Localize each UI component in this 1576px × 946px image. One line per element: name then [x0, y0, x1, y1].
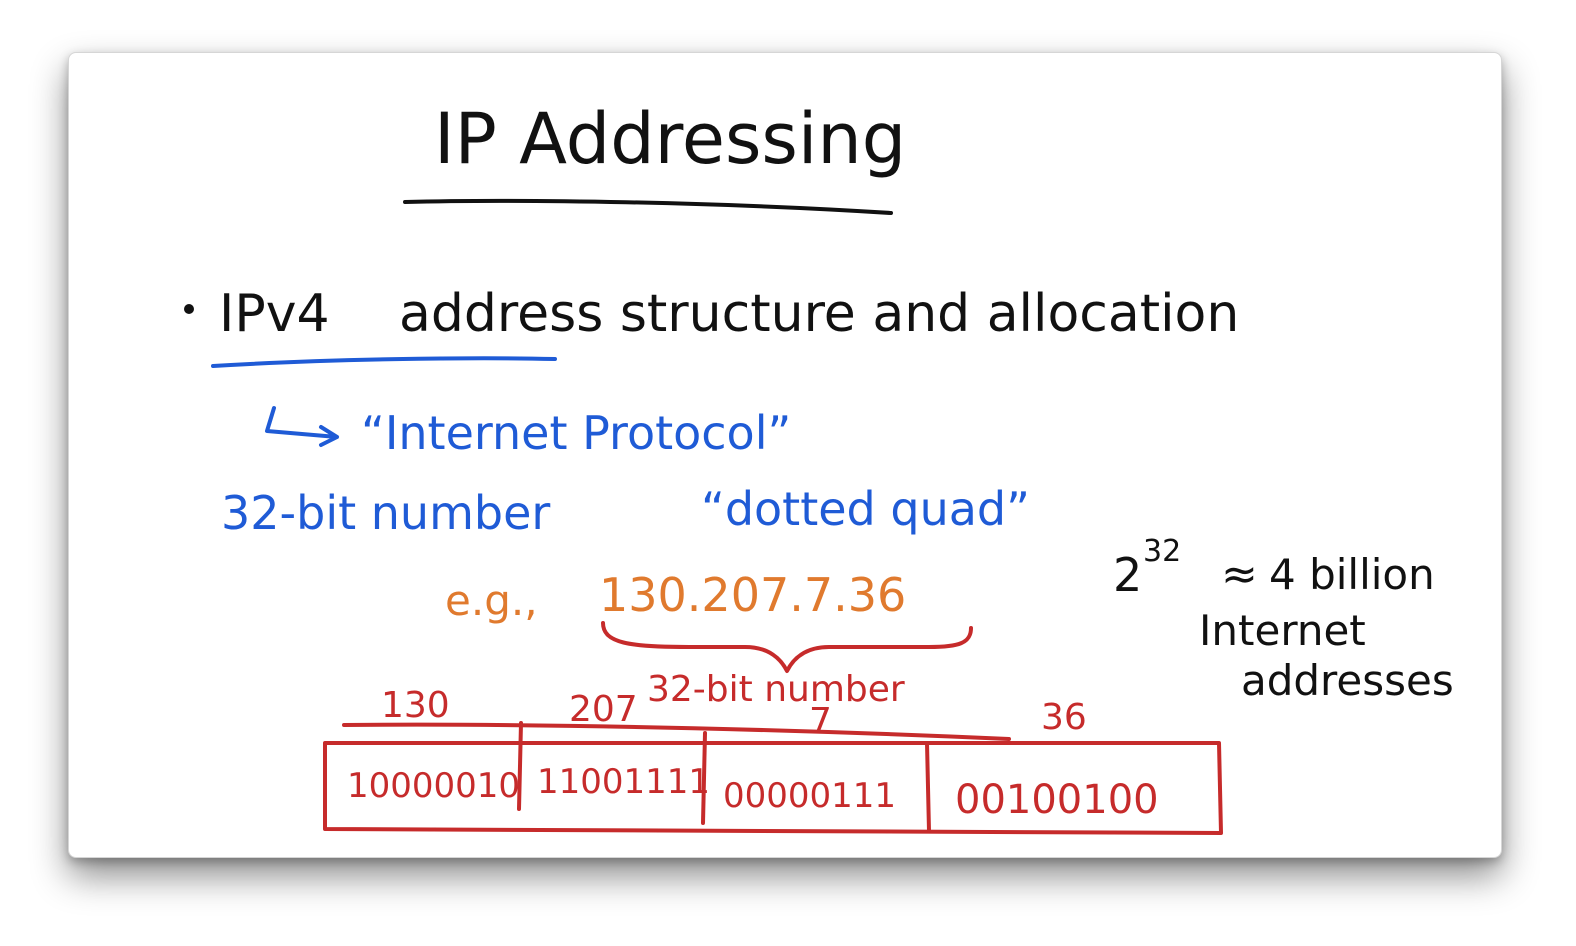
capacity-line-1: Internet [1199, 606, 1366, 655]
octet-4-binary: 00100100 [955, 777, 1159, 823]
brace-label: 32-bit number [647, 669, 905, 710]
power-exponent: 32 [1143, 534, 1181, 569]
topic-underline [211, 356, 557, 368]
whiteboard: IP Addressing IPv4 address structure and… [184, 98, 1454, 835]
bullet-topic-rest: address structure and allocation [399, 284, 1239, 344]
whiteboard-window: IP Addressing IPv4 address structure and… [68, 52, 1502, 858]
octet-1-decimal: 130 [381, 685, 450, 726]
notation-label: “dotted quad” [701, 482, 1030, 536]
octet-3-binary: 00000111 [723, 776, 896, 816]
ip-expansion: “Internet Protocol” [361, 406, 791, 460]
bullet-dot [184, 304, 194, 314]
page-title: IP Addressing [434, 98, 906, 180]
address-count: 4 billion [1269, 550, 1435, 599]
approx-sign: ≈ [1221, 549, 1258, 600]
capacity-line-2: addresses [1241, 656, 1454, 705]
hook-arrow-icon [265, 406, 339, 447]
octet-3-decimal: 7 [809, 701, 832, 742]
example-prefix: e.g., [445, 576, 538, 625]
binary-divider-3 [925, 741, 931, 833]
octet-4-decimal: 36 [1041, 697, 1087, 738]
example-address: 130.207.7.36 [599, 568, 906, 622]
title-underline [403, 198, 893, 215]
power-base: 2 [1113, 548, 1142, 602]
address-brace [601, 621, 973, 673]
bullet-topic-prefix: IPv4 [219, 284, 330, 344]
octet-2-binary: 11001111 [537, 762, 710, 802]
octet-labels-line [342, 722, 1011, 741]
bit-length-label: 32-bit number [221, 486, 550, 540]
octet-1-binary: 10000010 [347, 766, 520, 806]
